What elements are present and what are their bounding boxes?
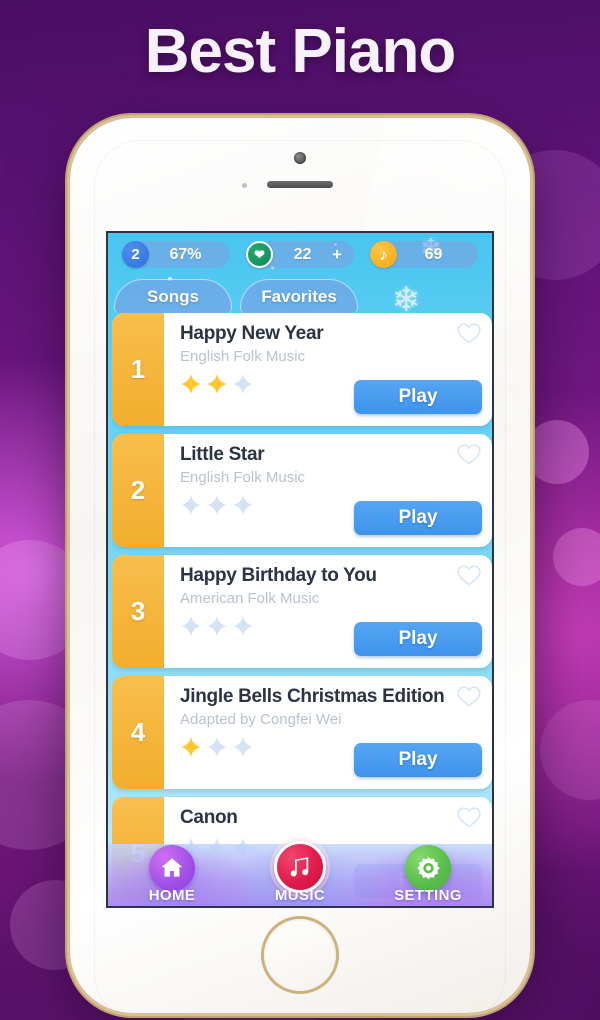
song-rank: 3: [112, 555, 164, 668]
play-button[interactable]: Play: [354, 380, 482, 414]
earpiece-speaker: [267, 181, 333, 188]
notes-pill[interactable]: ♪ 69: [370, 241, 478, 268]
lives-pill[interactable]: ❤ 22 +: [246, 241, 354, 268]
notes-count: 69: [424, 245, 443, 263]
song-row[interactable]: 4 Jingle Bells Christmas Edition Adapted b…: [112, 676, 492, 789]
bokeh-circle: [540, 700, 600, 800]
song-title: Happy Birthday to You: [180, 565, 377, 586]
favorite-heart-icon[interactable]: [456, 321, 482, 345]
level-number: 2: [131, 246, 140, 263]
music-note-icon: ♪: [370, 241, 397, 268]
nav-item-setting[interactable]: SETTING: [380, 845, 476, 904]
add-lives-button[interactable]: +: [332, 245, 342, 265]
song-title: Little Star: [180, 444, 265, 465]
tab-favorites-label: Favorites: [261, 286, 337, 306]
song-row[interactable]: 2 Little Star English Folk Music Play: [112, 434, 492, 547]
nav-item-home[interactable]: HOME: [124, 845, 220, 904]
level-progress-pill[interactable]: 2 67%: [122, 241, 230, 268]
song-title: Canon: [180, 807, 238, 828]
level-percent: 67%: [169, 245, 202, 263]
bokeh-circle: [553, 528, 600, 586]
music-note-glyph: ♪: [379, 245, 388, 264]
song-artist: English Folk Music: [180, 469, 306, 486]
home-button[interactable]: [264, 919, 336, 991]
proximity-sensor-icon: [242, 183, 247, 188]
nav-item-music[interactable]: MUSIC: [252, 841, 348, 904]
song-artist: American Folk Music: [180, 590, 320, 607]
lives-count: 22: [293, 245, 312, 263]
heart-glyph: ❤: [254, 247, 265, 262]
level-badge: 2: [122, 241, 149, 268]
song-artist: English Folk Music: [180, 348, 306, 365]
nav-setting-label: SETTING: [394, 887, 462, 904]
play-button[interactable]: Play: [354, 743, 482, 777]
song-row[interactable]: 3 Happy Birthday to You American Folk Musi…: [112, 555, 492, 668]
song-list[interactable]: 1 Happy New Year English Folk Music Play 2 Li…: [112, 313, 492, 899]
song-row[interactable]: 1 Happy New Year English Folk Music Play: [112, 313, 492, 426]
bottom-navigation: HOME MUSIC SETTING: [108, 841, 492, 906]
phone-mockup: ❄ ❄ ❄ ❄ ❄ ❄ 2 67% ❤ 22 +: [70, 118, 530, 1013]
favorite-heart-icon[interactable]: [456, 805, 482, 829]
song-artist: Adapted by Congfei Wei: [180, 711, 342, 728]
play-button[interactable]: Play: [354, 622, 482, 656]
favorite-heart-icon[interactable]: [456, 684, 482, 708]
favorite-heart-icon[interactable]: [456, 442, 482, 466]
song-rank: 4: [112, 676, 164, 789]
tab-songs-label: Songs: [147, 286, 199, 306]
song-rank: 1: [112, 313, 164, 426]
song-title: Jingle Bells Christmas Edition: [180, 686, 445, 707]
front-camera-icon: [294, 152, 306, 164]
music-note-icon: [274, 841, 326, 893]
tab-favorites[interactable]: Favorites: [240, 279, 358, 313]
nav-music-label: MUSIC: [274, 887, 326, 904]
home-icon: [149, 845, 195, 891]
play-button[interactable]: Play: [354, 501, 482, 535]
page-title: Best Piano: [144, 17, 456, 86]
status-bar: 2 67% ❤ 22 + ♪ 69: [108, 241, 492, 268]
gear-icon: [405, 845, 451, 891]
tab-songs[interactable]: Songs: [114, 279, 232, 313]
song-rank: 2: [112, 434, 164, 547]
app-screen: ❄ ❄ ❄ ❄ ❄ ❄ 2 67% ❤ 22 +: [106, 231, 494, 908]
tab-bar: Songs Favorites: [114, 279, 358, 313]
bokeh-circle: [525, 420, 589, 484]
nav-home-label: HOME: [148, 887, 196, 904]
heart-icon: ❤: [246, 241, 273, 268]
song-title: Happy New Year: [180, 323, 324, 344]
favorite-heart-icon[interactable]: [456, 563, 482, 587]
snowflake-icon: ❄: [392, 281, 421, 319]
